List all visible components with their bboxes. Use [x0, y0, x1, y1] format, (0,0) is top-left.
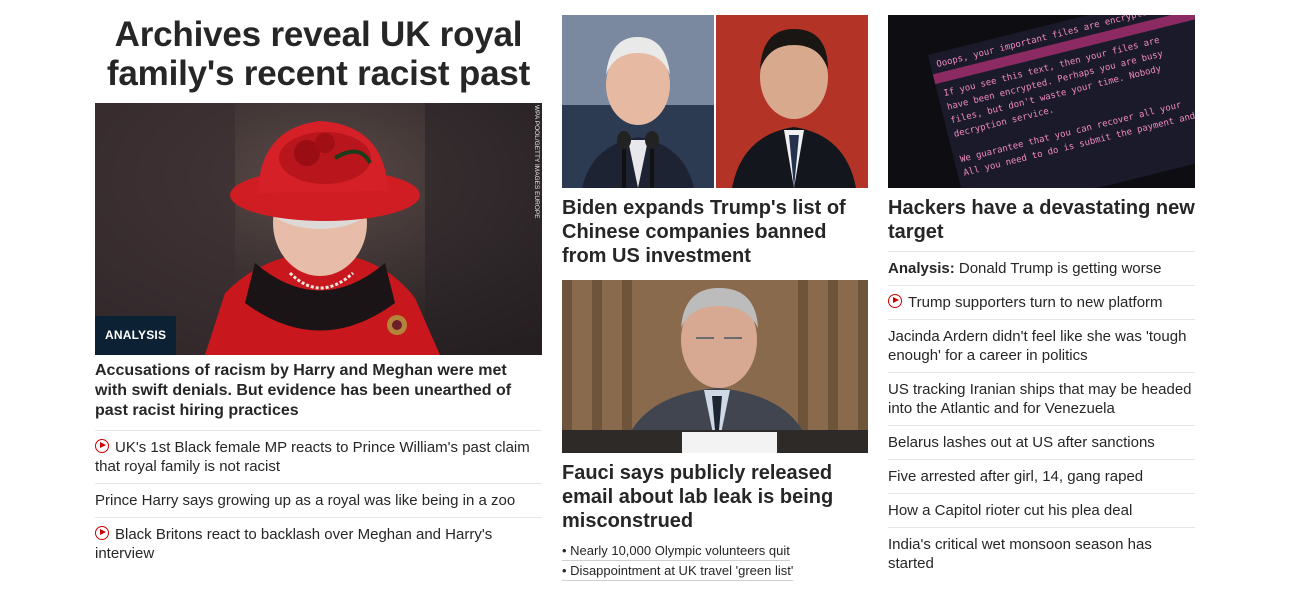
- lead-story-subhead-link[interactable]: Accusations of racism by Harry and Megha…: [95, 361, 542, 431]
- list-item[interactable]: Trump supporters turn to new platform: [888, 286, 1195, 320]
- list-item[interactable]: Prince Harry says growing up as a royal …: [95, 484, 542, 518]
- hackers-image[interactable]: Ooops, your important files are encrypte…: [888, 15, 1195, 188]
- list-item[interactable]: Belarus lashes out at US after sanctions: [888, 426, 1195, 460]
- lead-related-list: UK's 1st Black female MP reacts to Princ…: [95, 431, 542, 570]
- biden-xi-photo: [562, 15, 868, 188]
- list-item[interactable]: US tracking Iranian ships that may be he…: [888, 373, 1195, 426]
- fauci-photo: [562, 280, 868, 453]
- hackers-story-headline: Hackers have a devastating new target: [888, 196, 1195, 252]
- link-text: India's critical wet monsoon season has …: [888, 536, 1152, 572]
- link-text: UK's 1st Black female MP reacts to Princ…: [95, 439, 530, 475]
- list-item[interactable]: Black Britons react to backlash over Meg…: [95, 518, 542, 570]
- link-text: How a Capitol rioter cut his plea deal: [888, 502, 1133, 519]
- link-text: Prince Harry says growing up as a royal …: [95, 492, 516, 509]
- biden-xi-image[interactable]: [562, 15, 868, 188]
- ransomware-screen-photo: Ooops, your important files are encrypte…: [888, 15, 1195, 188]
- right-headlines-list: Analysis: Donald Trump is getting worse …: [888, 252, 1195, 580]
- link-text: Jacinda Ardern didn't feel like she was …: [888, 328, 1187, 364]
- fauci-image[interactable]: [562, 280, 868, 453]
- lead-story-image[interactable]: WPA POOL/GETTY IMAGES EUROPE ANALYSIS: [95, 103, 542, 355]
- list-item[interactable]: UK's 1st Black female MP reacts to Princ…: [95, 431, 542, 484]
- link-text: Five arrested after girl, 14, gang raped: [888, 468, 1144, 485]
- middle-column: Biden expands Trump's list of Chinese co…: [562, 0, 868, 581]
- link-text: Trump supporters turn to new platform: [908, 294, 1163, 311]
- right-column: Ooops, your important files are encrypte…: [888, 0, 1195, 580]
- list-item[interactable]: Jacinda Ardern didn't feel like she was …: [888, 320, 1195, 373]
- image-credit: WPA POOL/GETTY IMAGES EUROPE: [533, 105, 540, 219]
- list-item[interactable]: Five arrested after girl, 14, gang raped: [888, 460, 1195, 494]
- lead-story-subhead: Accusations of racism by Harry and Megha…: [95, 361, 542, 431]
- link-text: Belarus lashes out at US after sanctions: [888, 434, 1155, 451]
- list-item[interactable]: How a Capitol rioter cut his plea deal: [888, 494, 1195, 528]
- lead-story-title-link[interactable]: Archives reveal UK royal family's recent…: [95, 15, 542, 103]
- link-text: US tracking Iranian ships that may be he…: [888, 381, 1192, 417]
- fauci-story-headline: Fauci says publicly released email about…: [562, 462, 834, 532]
- link-text: Black Britons react to backlash over Meg…: [95, 526, 493, 562]
- link-text: Donald Trump is getting worse: [954, 260, 1162, 277]
- list-item[interactable]: Analysis: Donald Trump is getting worse: [888, 252, 1195, 286]
- analysis-badge: ANALYSIS: [95, 316, 177, 355]
- analysis-label: Analysis:: [888, 260, 955, 277]
- fauci-story-link[interactable]: Fauci says publicly released email about…: [562, 461, 868, 533]
- lead-story-title: Archives reveal UK royal family's recent…: [106, 15, 531, 93]
- list-item[interactable]: • Nearly 10,000 Olympic volunteers quit: [562, 541, 790, 561]
- list-item[interactable]: • Disappointment at UK travel 'green lis…: [562, 561, 794, 581]
- video-play-icon: [888, 294, 902, 308]
- middle-bullets: • Nearly 10,000 Olympic volunteers quit …: [562, 541, 868, 581]
- hackers-story-link[interactable]: Hackers have a devastating new target: [888, 196, 1195, 252]
- video-play-icon: [95, 526, 109, 540]
- biden-story-headline: Biden expands Trump's list of Chinese co…: [562, 197, 846, 267]
- lead-story-column: Archives reveal UK royal family's recent…: [95, 0, 542, 570]
- biden-story-link[interactable]: Biden expands Trump's list of Chinese co…: [562, 196, 868, 268]
- video-play-icon: [95, 439, 109, 453]
- list-item[interactable]: India's critical wet monsoon season has …: [888, 528, 1195, 580]
